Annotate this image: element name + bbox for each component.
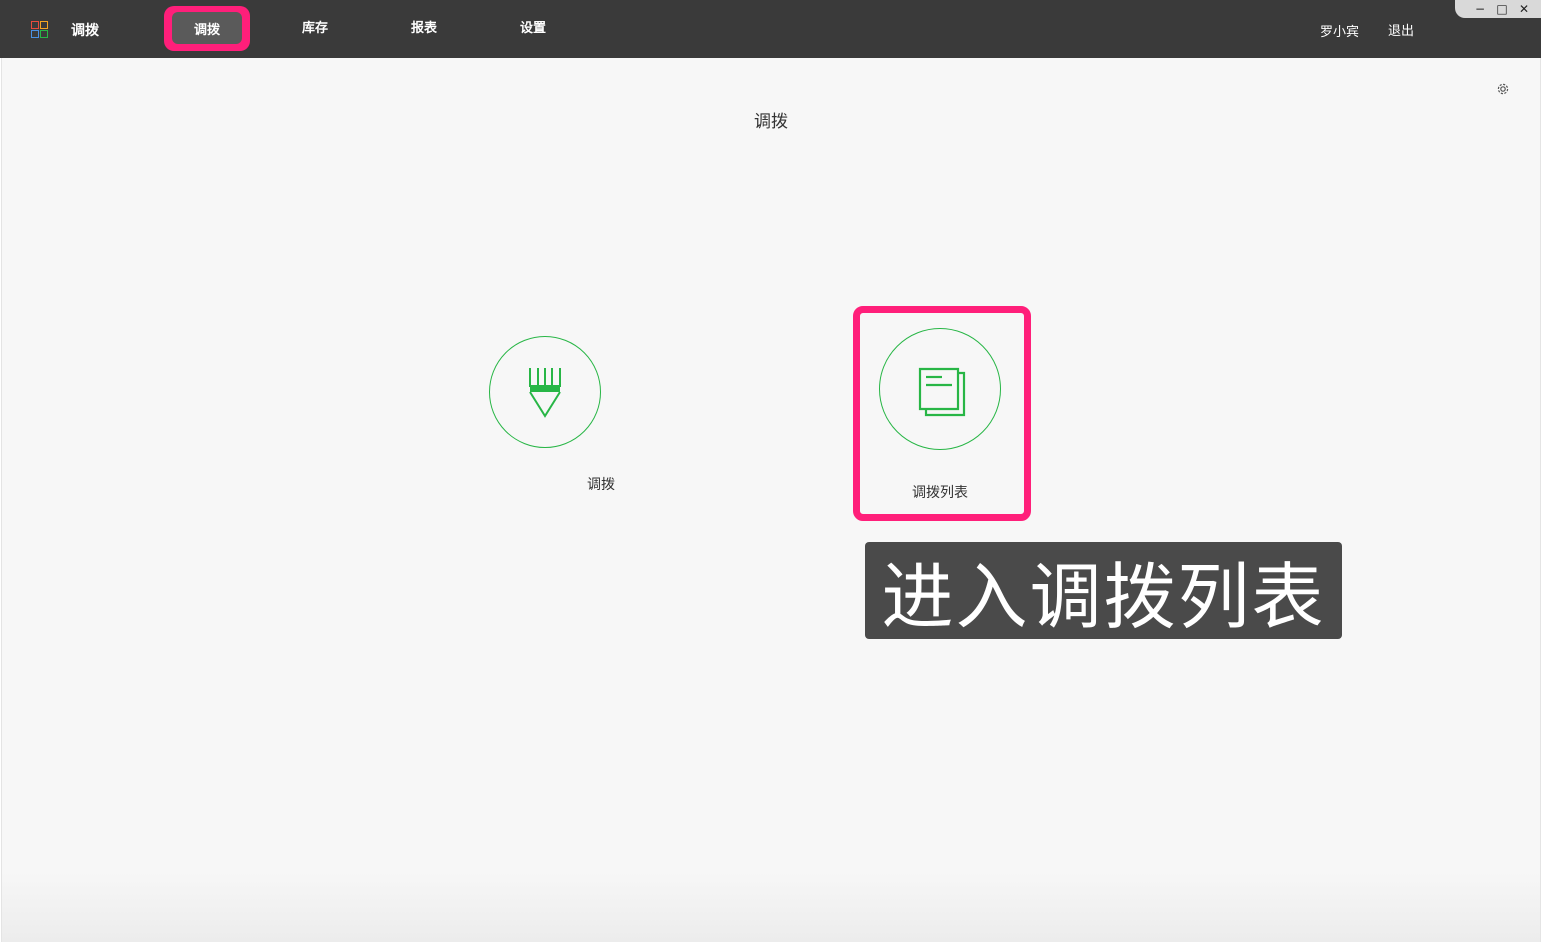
app-title: 调拨 (71, 23, 99, 39)
tile-highlight-frame (853, 306, 1031, 521)
transfer-tile[interactable]: 调拨 (445, 336, 645, 496)
transfer-tile-label: 调拨 (587, 477, 615, 493)
main-content: 调拨 调拨 调拨列表 进入调拨列表 (1, 58, 1541, 942)
top-navigation-bar: 调拨 调拨 库存 报表 设置 罗小宾 退出 − □ ✕ (0, 0, 1541, 58)
pencil-icon (529, 368, 561, 418)
page-title: 调拨 (754, 112, 788, 132)
gear-icon[interactable] (1496, 82, 1510, 96)
nav-tab-inventory[interactable]: 库存 (302, 20, 328, 38)
logout-link[interactable]: 退出 (1388, 20, 1414, 39)
app-grid-icon[interactable] (31, 21, 48, 38)
content-fade (2, 872, 1540, 942)
maximize-button[interactable]: □ (1491, 0, 1513, 18)
transfer-tile-circle (489, 336, 601, 448)
window-controls: − □ ✕ (1455, 0, 1541, 18)
user-name: 罗小宾 (1320, 25, 1360, 40)
minimize-button[interactable]: − (1469, 0, 1491, 18)
close-button[interactable]: ✕ (1513, 0, 1535, 18)
nav-tab-settings[interactable]: 设置 (520, 20, 546, 38)
tutorial-callout: 进入调拨列表 (865, 542, 1342, 639)
nav-tab-reports[interactable]: 报表 (411, 20, 437, 38)
nav-tab-transfer[interactable]: 调拨 (172, 12, 242, 44)
